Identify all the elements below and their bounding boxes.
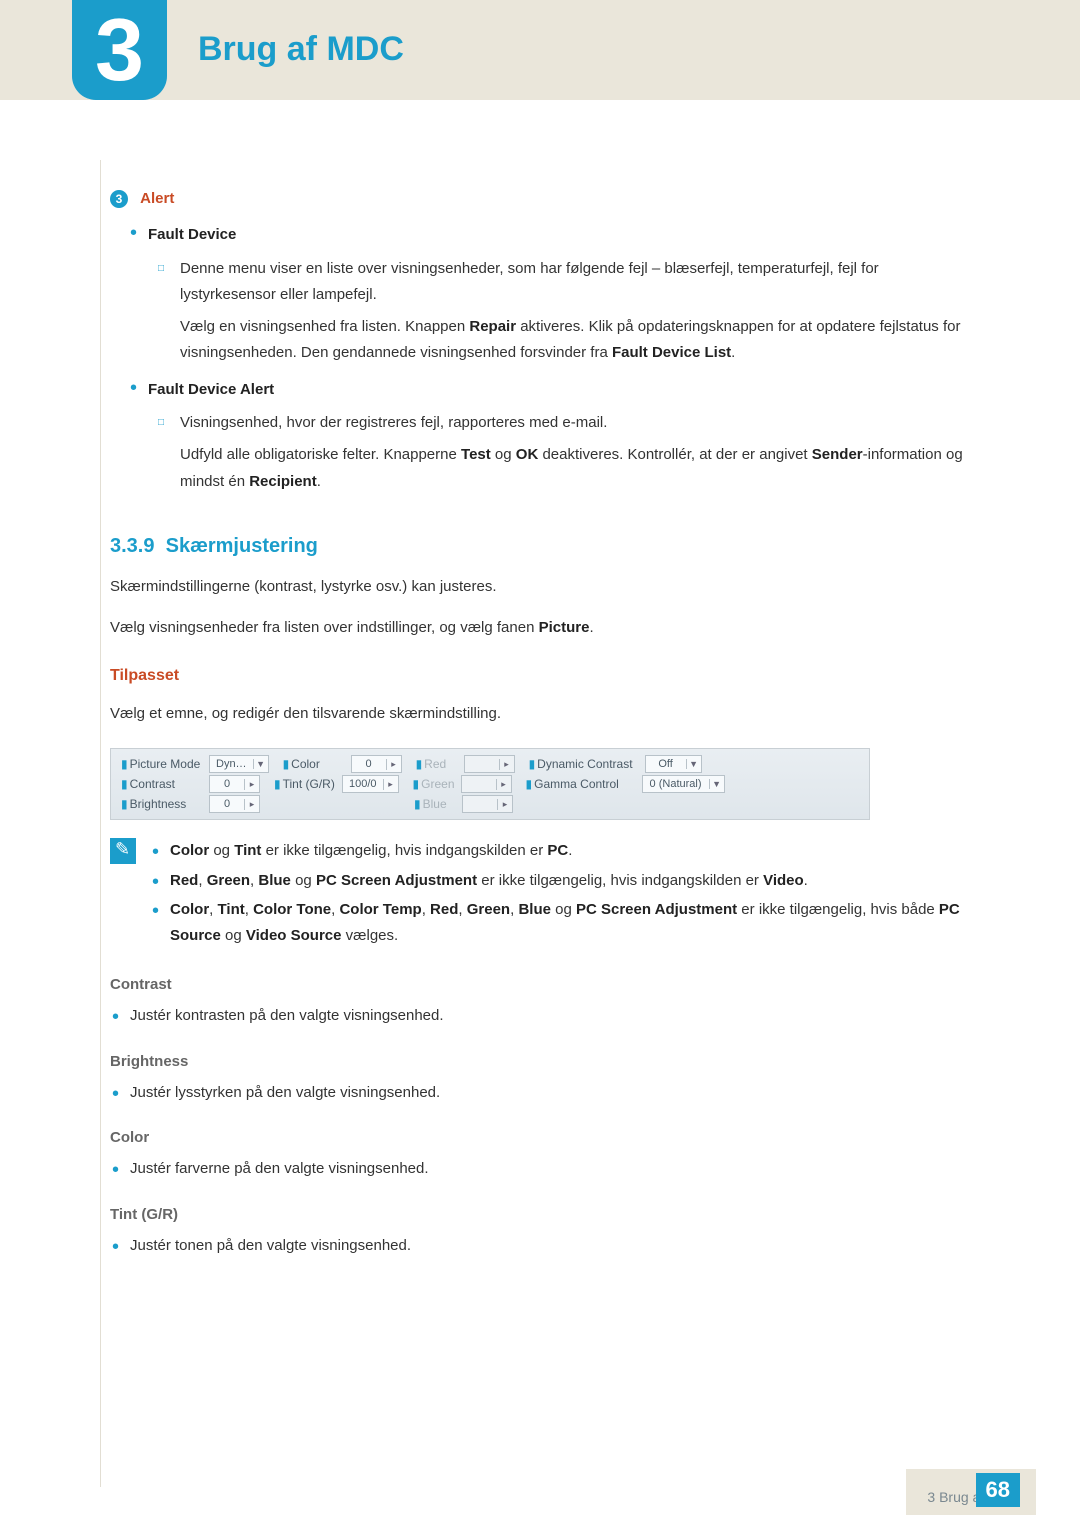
contrast-desc: Justér kontrasten på den valgte visnings… — [130, 1003, 970, 1029]
section-p2: Vælg visningsenheder fra listen over ind… — [110, 615, 970, 641]
tint-desc: Justér tonen på den valgte visningsenhed… — [130, 1233, 970, 1259]
section-heading: 3.3.9 Skærmjustering — [110, 535, 970, 558]
color-label: ▮Color — [279, 755, 351, 773]
brightness-spinner[interactable]: 0▸ — [209, 795, 260, 813]
contrast-label: ▮Contrast — [117, 775, 209, 793]
fault-device-alert-item: Fault Device Alert — [148, 377, 970, 403]
header-bar: 3 Brug af MDC — [0, 0, 1080, 100]
chapter-number-tab: 3 — [72, 0, 167, 100]
green-spinner: ▸ — [461, 775, 512, 793]
fault-device-desc2: Vælg en visningsenhed fra listen. Knappe… — [180, 314, 970, 367]
color-heading: Color — [110, 1129, 970, 1146]
dynamic-contrast-label: ▮Dynamic Contrast — [525, 755, 645, 773]
dynamic-contrast-dropdown[interactable]: Off▼ — [645, 755, 702, 773]
tilpasset-heading: Tilpasset — [110, 667, 970, 685]
fault-device-alert-label: Fault Device Alert — [148, 381, 274, 398]
picture-settings-panel: ▮Picture Mode Dyn…▼ ▮Color 0▸ ▮Red ▸ ▮Dy… — [110, 748, 870, 820]
fault-device-alert-desc1: Visningsenhed, hvor der registreres fejl… — [180, 410, 970, 436]
alert-heading: 3 Alert — [110, 190, 970, 208]
left-margin-rule — [100, 160, 101, 1487]
gamma-label: ▮Gamma Control — [522, 775, 642, 793]
picture-mode-dropdown[interactable]: Dyn…▼ — [209, 755, 269, 773]
tint-heading: Tint (G/R) — [110, 1206, 970, 1223]
color-desc: Justér farverne på den valgte visningsen… — [130, 1156, 970, 1182]
blue-label: ▮Blue — [410, 795, 462, 813]
red-spinner: ▸ — [464, 755, 515, 773]
alert-title: Alert — [140, 190, 174, 207]
fault-device-alert-desc2: Udfyld alle obligatoriske felter. Knappe… — [180, 442, 970, 495]
note-3: Color, Tint, Color Tone, Color Temp, Red… — [170, 897, 970, 948]
chapter-title: Brug af MDC — [198, 30, 404, 69]
fault-device-label: Fault Device — [148, 226, 236, 243]
page-content: 3 Alert Fault Device Denne menu viser en… — [0, 100, 1080, 1258]
red-label: ▮Red — [412, 755, 464, 773]
picture-mode-label: ▮Picture Mode — [117, 755, 209, 773]
contrast-spinner[interactable]: 0▸ — [209, 775, 260, 793]
color-spinner[interactable]: 0▸ — [351, 755, 402, 773]
note-block: Color og Tint er ikke tilgængelig, hvis … — [110, 838, 970, 952]
page-number: 68 — [976, 1473, 1020, 1507]
brightness-label: ▮Brightness — [117, 795, 209, 813]
note-1: Color og Tint er ikke tilgængelig, hvis … — [170, 838, 970, 864]
fault-device-item: Fault Device — [148, 222, 970, 248]
fault-device-desc1: Denne menu viser en liste over visningse… — [180, 256, 970, 309]
blue-spinner: ▸ — [462, 795, 513, 813]
tint-label: ▮Tint (G/R) — [270, 775, 342, 793]
note-2: Red, Green, Blue og PC Screen Adjustment… — [170, 868, 970, 894]
green-label: ▮Green — [409, 775, 461, 793]
tint-spinner[interactable]: 100/0▸ — [342, 775, 399, 793]
gamma-dropdown[interactable]: 0 (Natural)▼ — [642, 775, 725, 793]
tilpasset-p: Vælg et emne, og redigér den tilsvarende… — [110, 701, 970, 727]
brightness-heading: Brightness — [110, 1053, 970, 1070]
brightness-desc: Justér lysstyrken på den valgte visnings… — [130, 1080, 970, 1106]
note-icon — [110, 838, 136, 864]
alert-badge: 3 — [110, 190, 128, 208]
contrast-heading: Contrast — [110, 976, 970, 993]
section-p1: Skærmindstillingerne (kontrast, lystyrke… — [110, 574, 970, 600]
